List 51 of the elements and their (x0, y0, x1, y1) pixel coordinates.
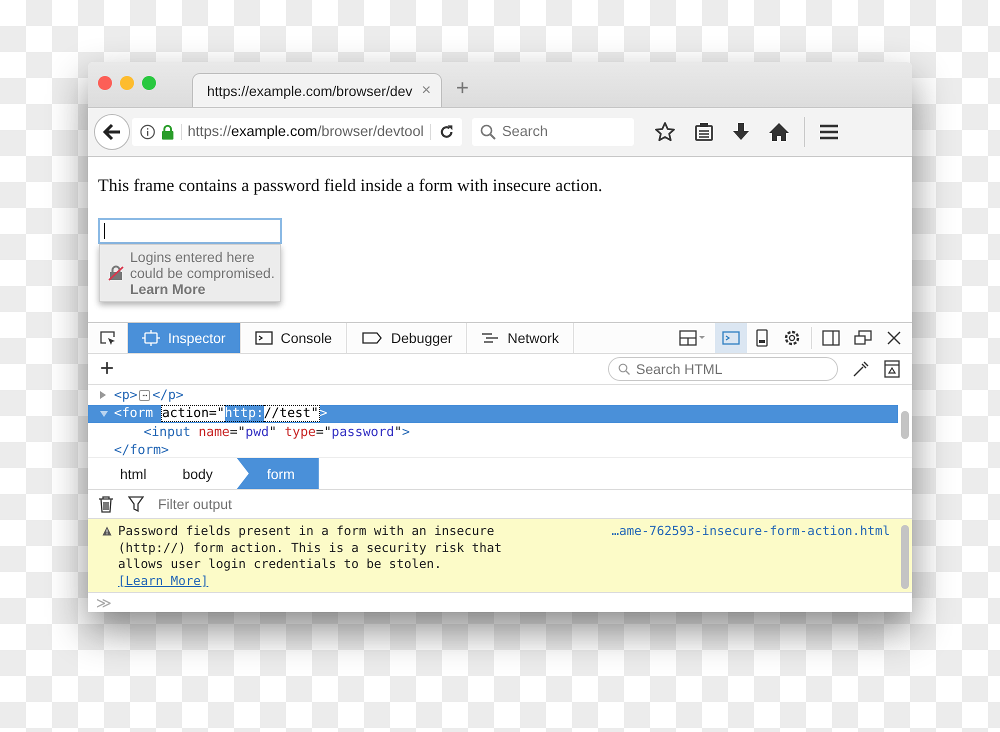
password-field[interactable] (98, 218, 282, 244)
warning-message: Password fields present in a form with an insecure (http://) form action. This is a security risk that allows user login credentials to be stolen. [Learn More] (118, 523, 503, 589)
back-button[interactable] (94, 114, 130, 150)
url-text[interactable]: https://example.com/browser/devtool (180, 124, 424, 140)
menu-icon[interactable] (819, 124, 839, 140)
add-node-button[interactable]: + (100, 357, 114, 381)
home-icon[interactable] (768, 122, 790, 142)
popup-message: Logins entered here could be compromised. (130, 249, 276, 281)
learn-more-link[interactable]: Learn More (130, 281, 284, 297)
console-icon (254, 330, 273, 346)
console-icon (722, 330, 740, 346)
search-html-field[interactable]: Search HTML (608, 357, 838, 381)
dock-side-icon[interactable] (822, 330, 840, 346)
scrollbar-thumb[interactable] (901, 411, 909, 439)
search-field[interactable]: Search (472, 118, 634, 146)
screenshot-node-icon[interactable] (884, 360, 900, 378)
breadcrumb[interactable]: html (108, 458, 170, 489)
warning-icon (102, 526, 112, 536)
crossed-lock-icon (108, 265, 124, 281)
back-arrow-icon (102, 123, 122, 141)
star-bookmark-icon[interactable] (654, 121, 676, 143)
devtools-tab[interactable]: Debugger (346, 323, 468, 353)
download-icon[interactable] (732, 122, 750, 142)
page-paragraph: This frame contains a password field inside a form with insecure action. (98, 175, 604, 196)
markup-line[interactable]: <input name="pwd" type="password"> (88, 423, 898, 442)
layout-dropdown-icon[interactable] (679, 329, 707, 347)
element-picker-icon (98, 330, 116, 346)
split-console-button[interactable] (715, 323, 747, 353)
close-icon[interactable] (886, 330, 902, 346)
markup-line[interactable]: </form> (88, 442, 898, 460)
responsive-mode-icon[interactable] (755, 329, 769, 347)
lock-icon[interactable] (161, 124, 175, 140)
inspector-icon (142, 330, 160, 346)
scrollbar-thumb[interactable] (901, 525, 909, 589)
devtools-tab[interactable]: Console (240, 323, 347, 353)
reload-icon[interactable] (430, 124, 454, 140)
learn-more-link[interactable]: [Learn More] (118, 572, 208, 588)
source-link[interactable]: …ame-762593-insecure-form-action.html (612, 523, 890, 540)
tag-shape-icon (360, 330, 383, 346)
trash-icon[interactable] (98, 495, 114, 513)
filter-icon[interactable] (128, 495, 144, 513)
eyedropper-icon[interactable] (852, 360, 870, 378)
devtools-tab[interactable]: Network (467, 323, 574, 353)
browser-tab[interactable]: https://example.com/browser/dev × (192, 73, 442, 107)
address-bar[interactable]: https://example.com/browser/devtool (132, 118, 462, 146)
info-icon[interactable] (140, 124, 156, 140)
settings-icon[interactable] (783, 329, 801, 347)
separate-window-icon[interactable] (854, 330, 872, 346)
reading-list-icon[interactable] (694, 122, 714, 142)
breadcrumb[interactable]: body (170, 458, 237, 489)
markup-line[interactable]: <p> ⋯ </p> (88, 386, 898, 404)
